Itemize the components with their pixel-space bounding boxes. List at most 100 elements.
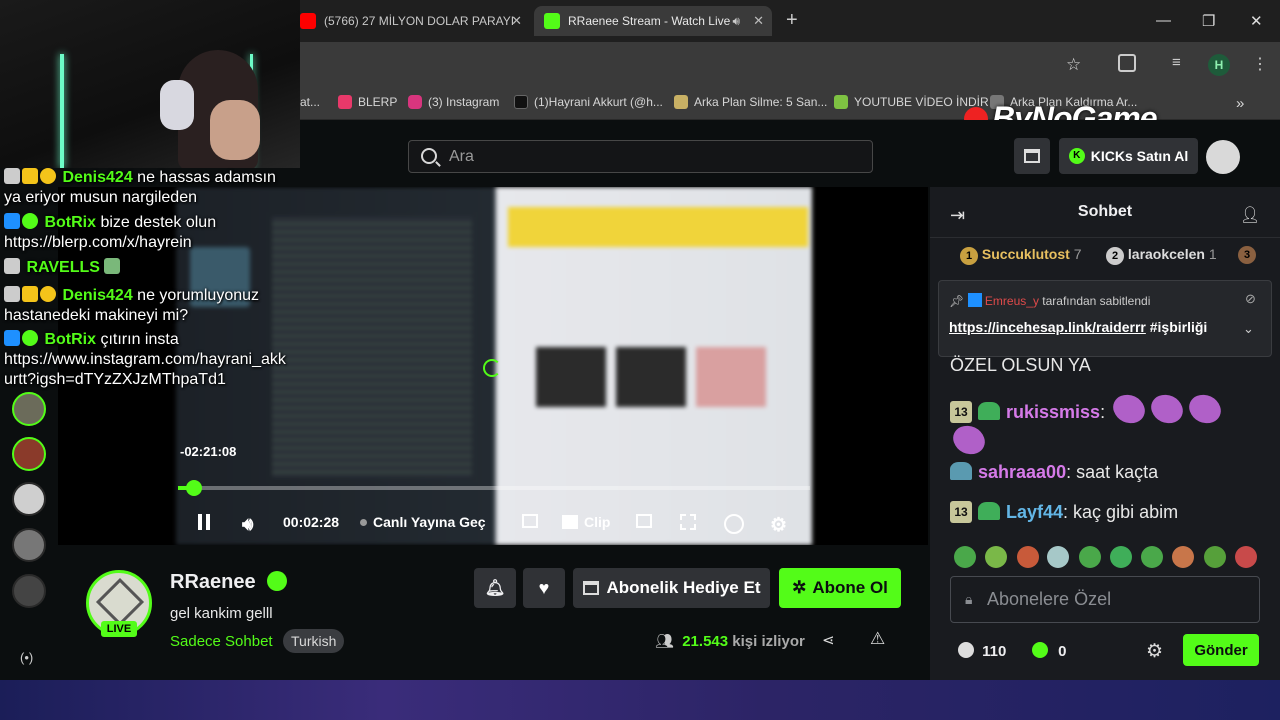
followed-channel-avatar[interactable]: [12, 528, 46, 562]
gift-icon: [1024, 149, 1040, 163]
emote-icon[interactable]: [954, 546, 976, 568]
pause-icon-bar: [206, 514, 210, 530]
more-bookmarks-icon[interactable]: »: [1236, 95, 1244, 112]
close-icon[interactable]: ✕: [511, 13, 522, 29]
chevron-down-icon[interactable]: ⌄: [1243, 321, 1254, 337]
overlay-chat-message: BotRix bize destek olun: [4, 213, 216, 232]
settings-icon[interactable]: ⚙: [770, 514, 787, 537]
unpin-icon[interactable]: ⊘: [1245, 291, 1256, 307]
emote-icon: [1185, 389, 1225, 429]
youtube-icon: [300, 13, 316, 29]
notification-button[interactable]: 🔔︎: [474, 568, 516, 608]
miniplayer-icon[interactable]: [636, 514, 652, 528]
background-strip: [0, 680, 1280, 720]
users-icon[interactable]: 👤︎: [1240, 205, 1260, 225]
heart-icon: ♥: [538, 577, 550, 598]
go-live-button[interactable]: Canlı Yayına Geç: [360, 514, 486, 530]
user-avatar[interactable]: [1206, 140, 1240, 174]
menu-icon[interactable]: ⋮: [1252, 54, 1268, 74]
send-button[interactable]: Gönder: [1183, 634, 1259, 666]
sub-badge-icon: [40, 286, 56, 302]
badge-icon: [4, 168, 20, 184]
report-icon[interactable]: ⚠: [870, 629, 885, 649]
sparkle-icon: ✲: [792, 578, 807, 597]
clip-button[interactable]: Clip: [562, 514, 610, 530]
theater-icon-box: [522, 514, 538, 528]
pinned-header: 📌︎ Emreus_y tarafından sabitlendi: [949, 293, 1151, 308]
emote-icon[interactable]: [1047, 546, 1069, 568]
overlay-chat-continuation: urtt?igsh=dTYzZXJzMThpaTd1: [4, 371, 226, 388]
tag-chip[interactable]: Turkish: [283, 629, 345, 653]
search-input[interactable]: Ara: [408, 140, 873, 173]
follow-button[interactable]: ♥: [523, 568, 565, 608]
minimize-button[interactable]: —: [1156, 12, 1171, 29]
bell-icon: 🔔︎: [484, 580, 506, 597]
bookmark-instagram[interactable]: (3) Instagram: [408, 95, 499, 109]
tab-youtube[interactable]: (5766) 27 MİLYON DOLAR PARAYI ✕: [290, 6, 530, 36]
bookmark-tiktok[interactable]: (1)Hayrani Akkurt (@h...: [514, 95, 663, 109]
close-window-button[interactable]: ✕: [1250, 12, 1263, 30]
leaderboard-item[interactable]: 1 Succuklutost 7: [960, 246, 1081, 265]
kicks-balance[interactable]: 0: [1032, 642, 1067, 660]
close-icon[interactable]: ✕: [753, 13, 764, 29]
gift-header-button[interactable]: [1014, 138, 1050, 174]
pinned-message[interactable]: 📌︎ Emreus_y tarafından sabitlendi ⊘ http…: [938, 280, 1272, 357]
followed-channel-avatar[interactable]: [12, 437, 46, 471]
subscribe-button[interactable]: ✲ Abone Ol: [779, 568, 901, 608]
gift-sub-button[interactable]: Abonelik Hediye Et: [573, 568, 770, 608]
channel-name[interactable]: RRaenee: [170, 571, 288, 594]
bot-icon: [4, 213, 20, 229]
followed-channel-avatar[interactable]: [12, 574, 46, 608]
emote-icon[interactable]: [985, 546, 1007, 568]
emote-icon[interactable]: [1204, 546, 1226, 568]
channel-points[interactable]: 110: [958, 642, 1006, 660]
tab-kick[interactable]: RRaenee Stream - Watch Live 🔊︎ ✕: [534, 6, 772, 36]
emote-icon[interactable]: [1110, 546, 1132, 568]
followed-channel-avatar[interactable]: [12, 482, 46, 516]
fullscreen-icon[interactable]: [680, 514, 696, 530]
star-icon[interactable]: ☆: [1066, 55, 1081, 75]
progress-bar[interactable]: [178, 480, 810, 496]
volume-icon[interactable]: 🔊︎: [242, 514, 253, 535]
emote-icon[interactable]: [1017, 546, 1039, 568]
viewers-icon: 👥︎: [655, 633, 675, 650]
followed-channel-avatar[interactable]: [12, 392, 46, 426]
chat-message: 13 rukissmiss:: [950, 389, 1225, 429]
speaker-icon[interactable]: 🔊︎: [732, 14, 740, 29]
progress-knob[interactable]: [185, 480, 202, 496]
emote-icon[interactable]: [1172, 546, 1194, 568]
chat-settings-icon[interactable]: ⚙: [1146, 640, 1163, 663]
stream-title: gel kankim gelll: [170, 605, 273, 622]
leaderboard-rank-3[interactable]: 3: [1238, 246, 1256, 264]
bookmark[interactable]: at...: [300, 95, 320, 109]
share-icon[interactable]: ⋖: [822, 631, 835, 649]
leaderboard-item[interactable]: 2 laraokcelen 1: [1106, 246, 1217, 265]
miniplayer-icon-box: [636, 514, 652, 528]
expand-sidebar-icon[interactable]: (•): [20, 650, 33, 665]
bookmark-blerp[interactable]: BLERP: [338, 95, 397, 109]
pinned-link[interactable]: https://incehesap.link/raiderrr: [949, 319, 1146, 335]
buy-kicks-button[interactable]: K KICKs Satın Al: [1059, 138, 1198, 174]
bookmark-arka-plan[interactable]: Arka Plan Silme: 5 San...: [674, 95, 827, 109]
restore-button[interactable]: ❐: [1202, 12, 1215, 30]
emote-icon[interactable]: [1079, 546, 1101, 568]
theater-icon[interactable]: [522, 514, 538, 528]
emote-icon[interactable]: [1235, 546, 1257, 568]
new-tab-button[interactable]: +: [786, 9, 798, 32]
pause-button[interactable]: [198, 514, 210, 530]
remaining-time: -02:21:08: [180, 444, 237, 459]
elapsed-time: 00:02:28: [283, 514, 340, 530]
instagram-icon: [408, 95, 422, 109]
category-link[interactable]: Sadece Sohbet: [170, 633, 273, 650]
emote-icon: [104, 258, 121, 274]
speed-icon[interactable]: [724, 514, 744, 534]
search-placeholder: Ara: [449, 147, 474, 165]
chat-message: sahraaa00: saat kaçta: [950, 462, 1158, 483]
extensions-icon[interactable]: [1118, 54, 1136, 72]
emote-icon[interactable]: [1141, 546, 1163, 568]
profile-avatar[interactable]: H: [1208, 54, 1230, 76]
fullscreen-icon-box: [680, 514, 696, 530]
blerp-icon: [338, 95, 352, 109]
chat-input[interactable]: 🔒︎ Abonelere Özel: [950, 576, 1260, 623]
media-control-icon[interactable]: ≡: [1172, 54, 1181, 71]
